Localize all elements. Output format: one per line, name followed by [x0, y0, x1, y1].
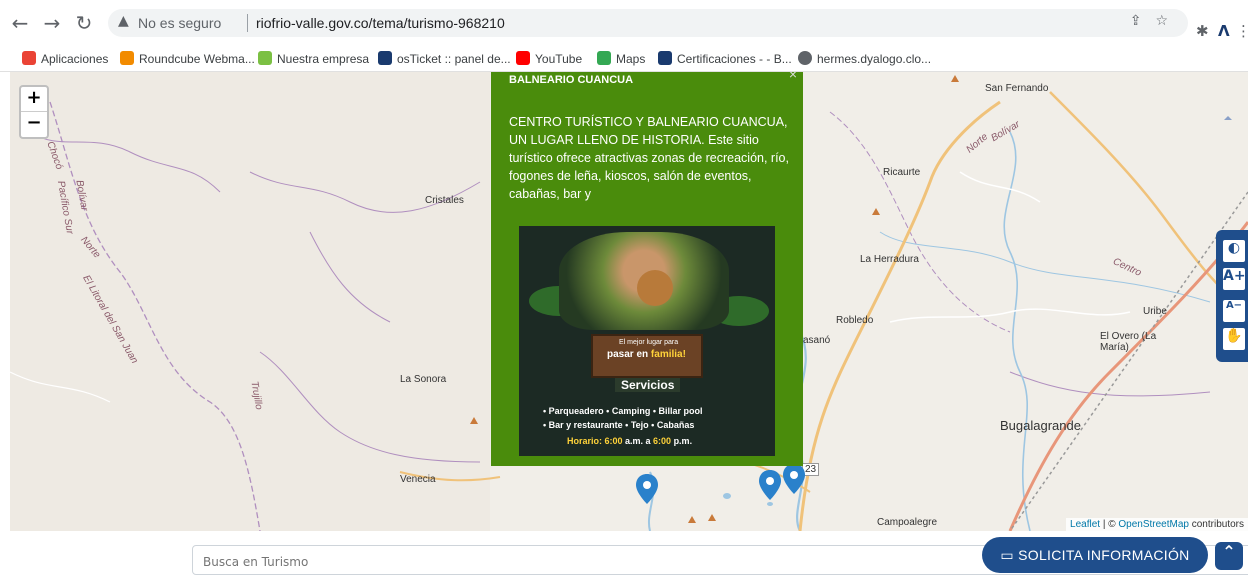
certificaciones-icon — [658, 51, 672, 65]
flyer-hours-end: 6:00 — [653, 436, 672, 446]
leaflet-link[interactable]: Leaflet — [1070, 519, 1100, 530]
bookmark-hermes[interactable]: hermes.dyalogo.clo... — [798, 51, 931, 66]
empresa-icon — [258, 51, 272, 65]
flyer-services-title: Servicios — [615, 378, 681, 392]
address-row: ← → ↻ ▲ No es seguro riofrio-valle.gov.c… — [0, 9, 1248, 40]
map-marker-pin[interactable] — [636, 474, 658, 504]
dog-photo — [637, 270, 673, 306]
flyer-tagline-text: pasar en — [607, 349, 651, 360]
map-marker-pin[interactable] — [783, 464, 805, 494]
sign-language-icon[interactable]: ✋ — [1223, 328, 1245, 350]
share-icon[interactable]: ⇪ — [1130, 13, 1156, 29]
url-text[interactable]: riofrio-valle.gov.co/tema/turismo-968210 — [256, 15, 505, 31]
place-label: Ricaurte — [883, 167, 921, 178]
popup-close-button[interactable]: × — [789, 66, 797, 82]
place-label: El Overo (La María) — [1100, 331, 1157, 353]
bookmark-label: Aplicaciones — [41, 52, 109, 66]
accessibility-toolbar: ◐ A+ A− ✋ — [1216, 230, 1248, 362]
cta-label: SOLICITA INFORMACIÓN — [1018, 547, 1190, 563]
place-label: La Sonora — [400, 374, 447, 385]
bookmark-label: Nuestra empresa — [277, 52, 370, 66]
flyer-hours-mid: a.m. a — [622, 436, 654, 446]
bookmark-certificaciones[interactable]: Certificaciones - - B... — [658, 51, 792, 66]
apps-grid-icon — [22, 51, 36, 65]
bookmark-aplicaciones[interactable]: Aplicaciones — [22, 51, 108, 66]
promo-flyer-image: El mejor lugar para pasar en familia! Se… — [519, 226, 775, 456]
place-label: Bugalagrande — [1000, 418, 1081, 433]
attribution-separator: | © — [1100, 519, 1119, 530]
flyer-hours-tail: p.m. — [671, 436, 693, 446]
flyer-hours-start: Horario: 6:00 — [567, 436, 623, 446]
place-label: Uribe — [1143, 306, 1167, 317]
chat-icon: ▭ — [1000, 547, 1019, 563]
flyer-tagline: pasar en familia! — [607, 349, 686, 360]
back-arrow-icon[interactable]: ← — [8, 11, 32, 35]
omnibox[interactable]: ▲ No es seguro riofrio-valle.gov.co/tema… — [108, 9, 1188, 37]
bookmark-label: YouTube — [535, 52, 583, 66]
flyer-hours: Horario: 6:00 a.m. a 6:00 p.m. — [567, 436, 692, 446]
place-label: Robledo — [836, 315, 874, 326]
security-label[interactable]: No es seguro — [138, 15, 221, 31]
attribution-text: contributors — [1188, 519, 1244, 530]
bookmark-maps[interactable]: Maps — [597, 51, 645, 66]
place-label: Campoalegre — [877, 517, 938, 528]
zoom-in-button[interactable]: + — [21, 87, 47, 112]
osticket-icon — [378, 51, 392, 65]
popup-description: CENTRO TURÍSTICO Y BALNEARIO CUANCUA, UN… — [509, 115, 789, 201]
bookmark-osticket[interactable]: osTicket :: panel de... — [378, 51, 511, 66]
search-input[interactable] — [203, 555, 903, 569]
place-label: asanó — [803, 335, 831, 346]
forward-arrow-icon[interactable]: → — [40, 11, 64, 35]
place-label: Venecia — [400, 474, 436, 485]
place-label: San Fernando — [985, 83, 1049, 94]
bookmark-youtube[interactable]: YouTube — [516, 51, 582, 66]
increase-text-button[interactable]: A+ — [1223, 268, 1246, 290]
chevron-up-icon[interactable]: ⌃ — [1215, 542, 1243, 570]
map-marker-pin[interactable] — [759, 470, 781, 500]
bookmark-label: hermes.dyalogo.clo... — [817, 52, 932, 66]
globe-icon — [798, 51, 812, 65]
flyer-tagline-small: El mejor lugar para — [619, 339, 679, 346]
bookmarks-bar: Aplicaciones Roundcube Webma... Nuestra … — [0, 48, 1248, 72]
browser-toolbar: ← → ↻ ▲ No es seguro riofrio-valle.gov.c… — [0, 0, 1248, 48]
bookmark-label: Certificaciones - - B... — [677, 52, 792, 66]
omnibox-actions: ⇪☆ — [1130, 13, 1182, 29]
flyer-services-list: • Parqueadero • Camping • Billar pool • … — [543, 404, 773, 432]
flyer-services-line: • Parqueadero • Camping • Billar pool — [543, 406, 703, 416]
bookmark-label: Maps — [616, 52, 646, 66]
decrease-text-button[interactable]: A− — [1223, 300, 1245, 322]
map-attribution: Leaflet | © OpenStreetMap contributors — [1066, 518, 1248, 531]
maps-icon — [597, 51, 611, 65]
reload-icon[interactable]: ↻ — [72, 11, 96, 35]
solicita-informacion-button[interactable]: ▭ SOLICITA INFORMACIÓN — [982, 537, 1208, 573]
place-label: La Herradura — [860, 254, 919, 265]
flyer-services-line: • Bar y restaurante • Tejo • Cabañas — [543, 420, 695, 430]
warning-icon[interactable]: ▲ — [118, 13, 129, 29]
popup-title: BALNEARIO CUANCUA — [509, 74, 634, 86]
menu-icon[interactable]: ⋮ — [1236, 22, 1248, 40]
bookmark-roundcube[interactable]: Roundcube Webma... — [120, 51, 255, 66]
bookmark-label: Roundcube Webma... — [139, 52, 255, 66]
omnibox-separator — [247, 14, 248, 32]
flyer-tagline-highlight: familia! — [650, 349, 686, 360]
bookmark-nuestra-empresa[interactable]: Nuestra empresa — [258, 51, 369, 66]
star-icon[interactable]: ☆ — [1155, 13, 1182, 29]
zoom-out-button[interactable]: − — [21, 112, 47, 137]
roundcube-icon — [120, 51, 134, 65]
place-label: Cristales — [425, 195, 464, 206]
osm-link[interactable]: OpenStreetMap — [1118, 519, 1189, 530]
youtube-icon — [516, 51, 530, 65]
profile-icon[interactable]: Ʌ — [1218, 22, 1230, 40]
bookmark-label: osTicket :: panel de... — [397, 52, 511, 66]
contrast-icon[interactable]: ◐ — [1223, 240, 1245, 262]
zoom-control: + − — [19, 85, 49, 139]
map-popup: BALNEARIO CUANCUA × CENTRO TURÍSTICO Y B… — [491, 66, 803, 466]
extensions-icon[interactable]: ✱ — [1196, 22, 1209, 40]
